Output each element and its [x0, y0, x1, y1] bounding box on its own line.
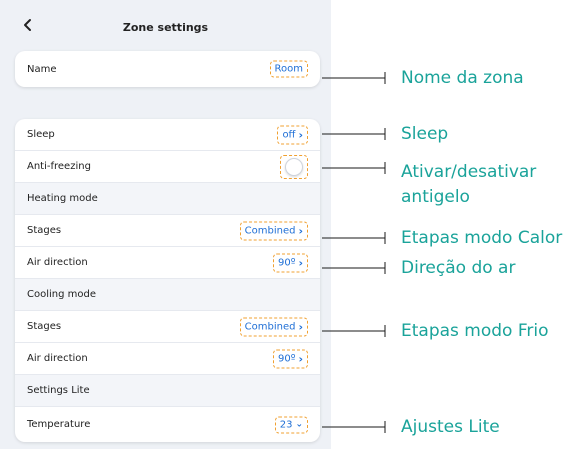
annotation-zone-name: Nome da zona	[401, 68, 524, 88]
annotation-antifreeze-2: antigelo	[401, 187, 470, 207]
annotation-air-direction: Direção do ar	[401, 258, 516, 278]
annotation-sleep: Sleep	[401, 124, 449, 144]
annotation-antifreeze-1: Ativar/desativar	[401, 162, 537, 182]
annotation-lite: Ajustes Lite	[401, 417, 500, 437]
annotation-cold-stages: Etapas modo Frio	[401, 321, 549, 341]
annotation-heat-stages: Etapas modo Calor	[401, 228, 563, 248]
